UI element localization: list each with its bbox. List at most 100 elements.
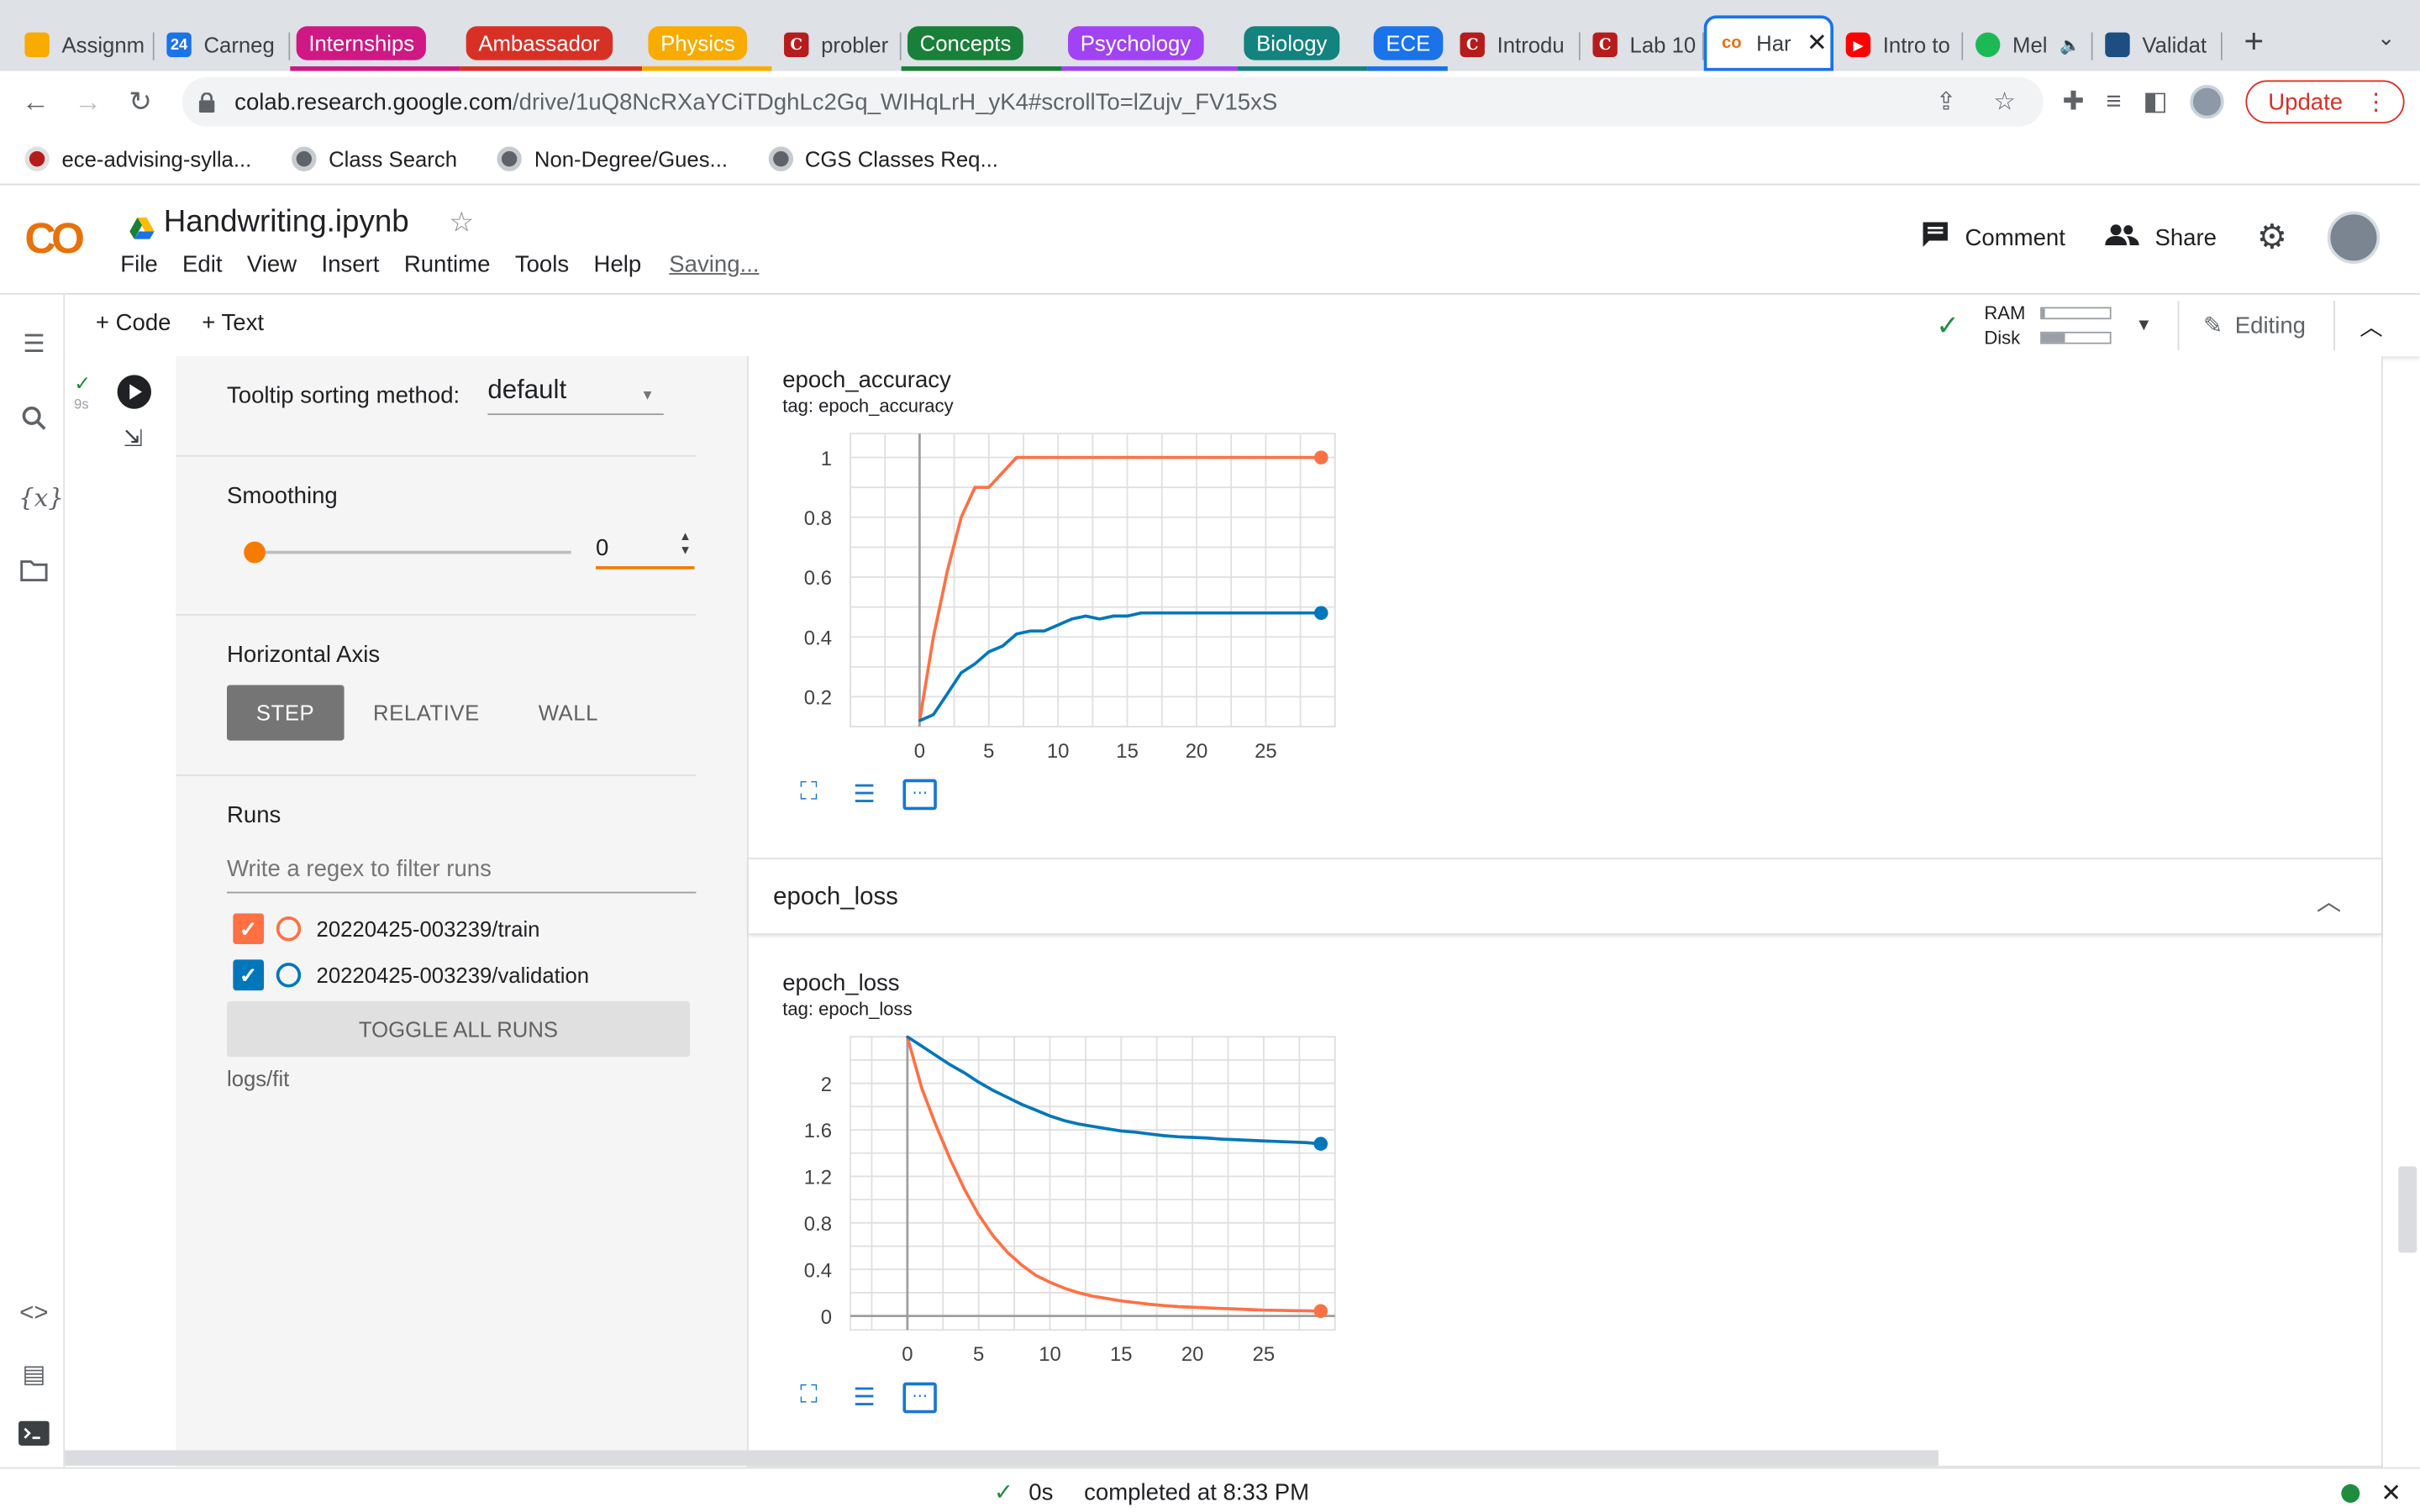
toggle-all-runs-button[interactable]: TOGGLE ALL RUNS xyxy=(226,1001,691,1058)
side-panel-icon[interactable]: ◧ xyxy=(2143,87,2168,118)
run-cell-button[interactable] xyxy=(117,375,151,409)
collapse-chevron-icon[interactable]: ︿ xyxy=(2317,881,2341,918)
star-icon[interactable]: ☆ xyxy=(449,207,474,239)
fit-domain-icon[interactable]: ⋯ xyxy=(902,1382,937,1414)
data-table-icon[interactable]: ☰ xyxy=(847,1383,881,1414)
run-row-validation[interactable]: ✓ 20220425-003239/validation xyxy=(233,959,589,991)
bookmark-item[interactable]: ece-advising-sylla... xyxy=(24,145,251,171)
axis-wall-button[interactable]: WALL xyxy=(509,685,628,740)
series-point xyxy=(1126,614,1129,617)
tab[interactable]: Validat xyxy=(2093,18,2223,71)
add-code-button[interactable]: + Code xyxy=(96,310,171,336)
back-icon[interactable]: ← xyxy=(9,86,61,118)
output-menu-icon[interactable]: ⇲ xyxy=(124,424,143,452)
bookmark-item[interactable]: Class Search xyxy=(292,145,457,171)
run-color-circle-icon[interactable] xyxy=(276,963,302,988)
table-of-contents-icon[interactable]: ☰ xyxy=(18,328,50,360)
vertical-scrollbar-thumb[interactable] xyxy=(2398,1166,2417,1253)
address-bar[interactable]: colab.research.google.com/drive/1uQ8NcRX… xyxy=(182,76,2044,127)
tab-group-ece[interactable]: ECE xyxy=(1367,18,1448,71)
extensions-icon[interactable]: ✚ xyxy=(2063,87,2085,118)
media-queue-icon[interactable]: ≡ xyxy=(2106,87,2121,118)
bookmark-item[interactable]: CGS Classes Req... xyxy=(767,145,998,171)
bookmark-item[interactable]: Non-Degree/Gues... xyxy=(497,145,728,171)
editing-mode-button[interactable]: ✎ Editing xyxy=(2176,301,2335,350)
terminal-icon[interactable] xyxy=(18,1420,50,1452)
share-button[interactable]: Share xyxy=(2105,223,2217,251)
loss-chart-tools: ⛶ ☰ ⋯ xyxy=(792,1382,937,1414)
tab-group-psychology[interactable]: Psychology xyxy=(1061,18,1239,71)
tab-group-concepts[interactable]: Concepts xyxy=(901,18,1062,71)
menu-view[interactable]: View xyxy=(247,251,297,277)
resource-monitor[interactable]: RAM Disk xyxy=(1984,301,2111,350)
new-tab-plus-icon[interactable]: + xyxy=(2244,22,2265,62)
tab[interactable]: Mel 🔈 xyxy=(1963,18,2093,71)
bookmark-star-icon[interactable]: ☆ xyxy=(1993,87,2015,118)
tab[interactable]: Cprobler xyxy=(771,18,902,71)
collapse-header-icon[interactable]: ︿ xyxy=(2360,309,2383,342)
tab-group-biology[interactable]: Biology xyxy=(1238,18,1368,71)
menu-help[interactable]: Help xyxy=(594,251,642,277)
google-drive-icon[interactable] xyxy=(129,213,155,239)
variables-icon[interactable]: {x} xyxy=(18,483,64,514)
series-point xyxy=(1167,612,1171,615)
code-snippets-icon[interactable]: <> xyxy=(18,1300,50,1331)
search-icon[interactable] xyxy=(18,406,50,437)
menu-file[interactable]: File xyxy=(120,251,157,277)
run-row-train[interactable]: ✓ 20220425-003239/train xyxy=(233,913,539,945)
add-text-button[interactable]: + Text xyxy=(202,310,264,336)
profile-avatar[interactable] xyxy=(2189,85,2223,119)
fullscreen-icon[interactable]: ⛶ xyxy=(792,780,825,811)
smoothing-slider-thumb[interactable] xyxy=(244,541,266,564)
accuracy-chart[interactable]: 0 5 10 15 20 25 0.2 0.4 0.6 0.8 1 xyxy=(782,424,1354,779)
disk-label: Disk xyxy=(1984,327,2021,349)
reload-icon[interactable]: ↻ xyxy=(114,86,166,118)
notebook-title[interactable]: Handwriting.ipynb xyxy=(164,205,409,240)
tab-group-ambassador[interactable]: Ambassador xyxy=(460,18,643,71)
menu-insert[interactable]: Insert xyxy=(322,251,380,277)
tab-search-chevron-icon[interactable]: ⌄ xyxy=(2377,24,2396,50)
share-page-icon[interactable]: ⇪ xyxy=(1936,87,1957,118)
run-checkbox-checked-icon[interactable]: ✓ xyxy=(233,959,265,991)
run-checkbox-checked-icon[interactable]: ✓ xyxy=(233,913,265,945)
forward-icon[interactable]: → xyxy=(61,86,113,118)
loss-chart[interactable]: 0 5 10 15 20 25 0 0.4 0.8 1.2 1.6 2 xyxy=(782,1027,1354,1382)
account-avatar[interactable] xyxy=(2327,211,2381,265)
tab-audio-icon[interactable]: 🔈 xyxy=(2060,34,2081,55)
close-status-icon[interactable]: ✕ xyxy=(2381,1478,2402,1509)
fullscreen-icon[interactable]: ⛶ xyxy=(792,1383,825,1414)
axis-relative-button[interactable]: RELATIVE xyxy=(344,685,509,740)
run-color-circle-icon[interactable] xyxy=(276,916,302,942)
menu-edit[interactable]: Edit xyxy=(182,251,222,277)
menu-tools[interactable]: Tools xyxy=(515,251,569,277)
runtime-dropdown-icon[interactable]: ▼ xyxy=(2135,317,2152,335)
tab[interactable]: C Lab 10 xyxy=(1581,18,1704,71)
colab-logo[interactable]: CO xyxy=(24,214,85,264)
tab[interactable]: ▶ Intro to xyxy=(1833,18,1964,71)
number-spinner-icon[interactable]: ▲ ▼ xyxy=(679,529,692,557)
close-tab-icon[interactable]: ✕ xyxy=(1807,28,1828,59)
tab-active[interactable]: co Har ✕ xyxy=(1703,15,1833,71)
runs-filter-input[interactable]: Write a regex to filter runs xyxy=(226,856,697,894)
tab-group-internships[interactable]: Internships xyxy=(290,18,460,71)
comment-button[interactable]: Comment xyxy=(1922,221,2065,255)
fit-domain-icon[interactable]: ⋯ xyxy=(902,779,937,811)
settings-gear-icon[interactable]: ⚙ xyxy=(2257,218,2287,258)
update-button[interactable]: Update ⋮ xyxy=(2244,80,2405,123)
tab[interactable]: C Introdu xyxy=(1448,18,1581,71)
tooltip-sort-select[interactable]: default ▼ xyxy=(487,375,664,416)
data-table-icon[interactable]: ☰ xyxy=(847,780,881,811)
folder-icon[interactable] xyxy=(18,560,50,591)
axis-step-button[interactable]: STEP xyxy=(226,685,345,741)
tab[interactable]: Assignm xyxy=(13,18,155,71)
horizontal-scrollbar-thumb[interactable] xyxy=(65,1450,1939,1466)
saving-status[interactable]: Saving... xyxy=(669,251,759,277)
tab-group-physics[interactable]: Physics xyxy=(642,18,772,71)
command-palette-icon[interactable]: ▤ xyxy=(18,1359,50,1390)
smoothing-slider-track[interactable] xyxy=(253,550,571,554)
tab[interactable]: 24 Carneg xyxy=(155,18,291,71)
smoothing-input[interactable]: 0 ▲ ▼ xyxy=(595,523,695,570)
series-point xyxy=(1154,456,1157,459)
menu-runtime[interactable]: Runtime xyxy=(404,251,491,277)
epoch-loss-section-header[interactable]: epoch_loss ︿ xyxy=(748,858,2382,936)
